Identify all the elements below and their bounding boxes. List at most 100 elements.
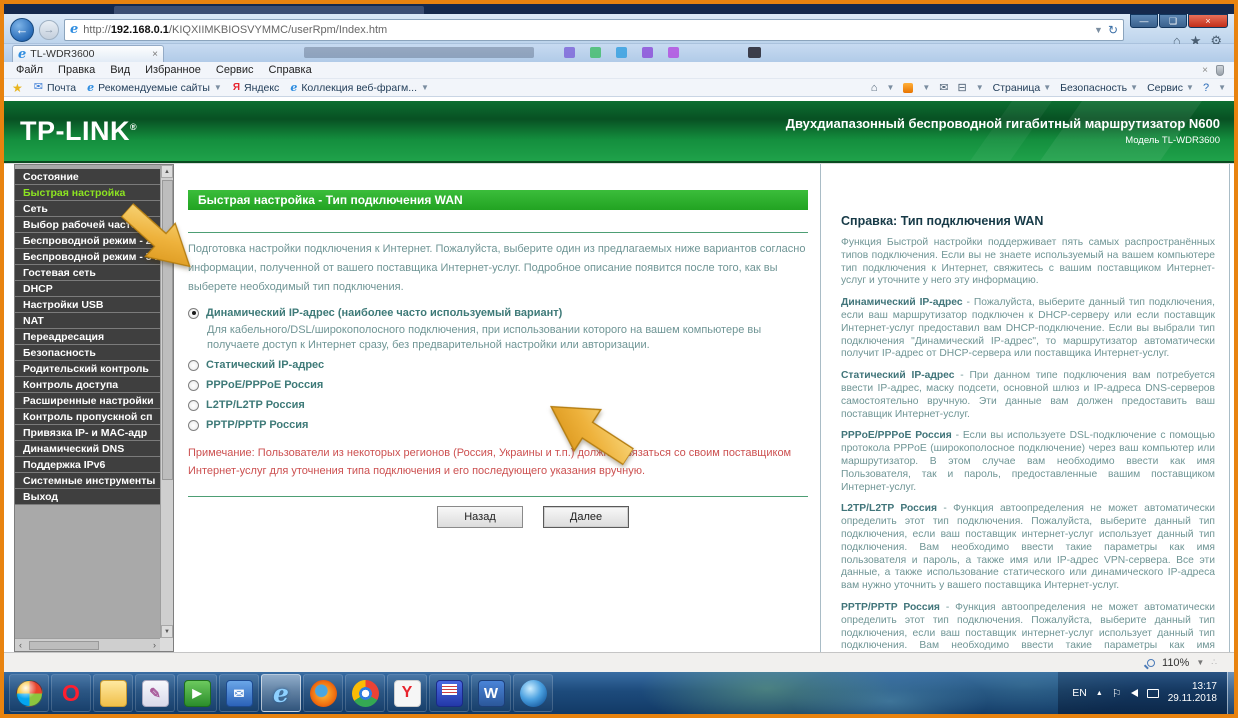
sidebar-item[interactable]: Сеть bbox=[15, 201, 160, 217]
back-button[interactable]: Назад bbox=[437, 506, 523, 528]
clock[interactable]: 13:1729.11.2018 bbox=[1168, 681, 1217, 705]
wan-option[interactable]: PPPoE/PPPoE Россия bbox=[188, 377, 808, 393]
wan-option[interactable]: PPTP/PPTP Россия bbox=[188, 417, 808, 433]
explorer-taskbar-icon[interactable] bbox=[93, 674, 133, 712]
zoom-level[interactable]: 110% bbox=[1162, 657, 1189, 669]
ie-taskbar-icon[interactable] bbox=[261, 674, 301, 712]
scroll-up-icon[interactable]: ▲ bbox=[161, 165, 173, 178]
back-nav-icon[interactable]: ← bbox=[10, 18, 34, 42]
refresh-icon[interactable]: ↻ bbox=[1108, 23, 1118, 37]
service-menu[interactable]: Сервис▼ bbox=[1147, 82, 1194, 94]
radio-button[interactable] bbox=[188, 380, 199, 391]
router-header-text: Двухдиапазонный беспроводной гигабитный … bbox=[786, 116, 1234, 146]
menu-item[interactable]: Вид bbox=[110, 64, 130, 76]
main-content: Быстрая настройка - Тип подключения WAN … bbox=[188, 164, 808, 652]
address-bar[interactable]: e http://192.168.0.1/KIQXIIMKBIOSVYMMC/u… bbox=[64, 19, 1124, 41]
wan-option-description: Для кабельного/DSL/широкополосного подкл… bbox=[207, 323, 782, 353]
sidebar-item[interactable]: DHCP bbox=[15, 281, 160, 297]
sidebar-item[interactable]: Родительский контроль bbox=[15, 361, 160, 377]
yandex-taskbar-icon[interactable] bbox=[387, 674, 427, 712]
wan-option[interactable]: Статический IP-адрес bbox=[188, 357, 808, 373]
volume-icon[interactable] bbox=[1131, 689, 1138, 697]
page-menu[interactable]: Страница▼ bbox=[993, 82, 1052, 94]
mail-taskbar-icon[interactable] bbox=[219, 674, 259, 712]
radio-button[interactable] bbox=[188, 400, 199, 411]
chrome-taskbar-icon[interactable] bbox=[345, 674, 385, 712]
sidebar-item[interactable]: Гостевая сеть bbox=[15, 265, 160, 281]
favorite-item[interactable]: eКоллекция веб-фрагм...▼ bbox=[290, 82, 429, 94]
maximize-button[interactable]: ❏ bbox=[1159, 14, 1187, 28]
wan-option[interactable]: Динамический IP-адрес (наиболее часто ис… bbox=[188, 305, 808, 321]
sidebar-item[interactable]: Быстрая настройка bbox=[15, 185, 160, 201]
home-menu-icon[interactable]: ⌂ bbox=[871, 82, 878, 94]
action-center-flag-icon[interactable]: ⚐ bbox=[1112, 687, 1122, 700]
add-favorite-star-icon[interactable]: ★ bbox=[12, 81, 23, 95]
word-taskbar-icon[interactable] bbox=[471, 674, 511, 712]
favorite-item[interactable]: ЯЯндекс bbox=[233, 82, 280, 94]
desktop-glimpse bbox=[642, 47, 653, 58]
favorite-item[interactable]: eРекомендуемые сайты▼ bbox=[87, 82, 222, 94]
next-button[interactable]: Далее bbox=[543, 506, 629, 528]
radio-button[interactable] bbox=[188, 420, 199, 431]
scrollbar-thumb[interactable] bbox=[162, 180, 173, 480]
explorer-icon bbox=[100, 680, 127, 707]
sidebar-item[interactable]: Беспроводной режим - 5 ГГц bbox=[15, 249, 160, 265]
scroll-left-icon[interactable]: ‹ bbox=[19, 640, 22, 650]
sidebar-item[interactable]: Поддержка IPv6 bbox=[15, 457, 160, 473]
minimize-button[interactable]: — bbox=[1130, 14, 1158, 28]
security-menu[interactable]: Безопасность▼ bbox=[1060, 82, 1138, 94]
sidebar-item[interactable]: Контроль пропускной сп bbox=[15, 409, 160, 425]
sidebar-item[interactable]: Контроль доступа bbox=[15, 377, 160, 393]
address-dropdown-icon[interactable]: ▼ bbox=[1094, 25, 1103, 35]
paint-taskbar-icon[interactable] bbox=[135, 674, 175, 712]
close-notification-icon[interactable]: × bbox=[1202, 65, 1208, 76]
menu-item[interactable]: Правка bbox=[58, 64, 95, 76]
zoom-dropdown-icon[interactable]: ▼ bbox=[1196, 658, 1204, 667]
globe-taskbar-icon[interactable] bbox=[513, 674, 553, 712]
menu-item[interactable]: Избранное bbox=[145, 64, 201, 76]
sidebar-item[interactable]: Беспроводной режим - 2,4 ГГц bbox=[15, 233, 160, 249]
sidebar-item[interactable]: Выход bbox=[15, 489, 160, 505]
sidebar-item[interactable]: Переадресация bbox=[15, 329, 160, 345]
start-taskbar-icon[interactable] bbox=[9, 674, 49, 712]
save-taskbar-icon[interactable] bbox=[429, 674, 469, 712]
help-icon[interactable]: ? bbox=[1203, 82, 1209, 94]
command-bar: ⌂▼ ▼ ✉ ⊟▼ Страница▼ Безопасность▼ Сервис… bbox=[871, 81, 1234, 94]
hidden-icons-chevron[interactable]: ▲ bbox=[1096, 690, 1103, 697]
close-button[interactable]: × bbox=[1188, 14, 1228, 28]
menu-item[interactable]: Справка bbox=[269, 64, 312, 76]
read-mail-icon[interactable]: ✉ bbox=[939, 81, 948, 94]
print-icon[interactable]: ⊟ bbox=[958, 81, 967, 94]
firefox-taskbar-icon[interactable] bbox=[303, 674, 343, 712]
radio-button[interactable] bbox=[188, 308, 199, 319]
sidebar-item[interactable]: Привязка IP- и MAC-адр bbox=[15, 425, 160, 441]
sidebar-item[interactable]: Настройки USB bbox=[15, 297, 160, 313]
language-indicator[interactable]: EN bbox=[1072, 687, 1087, 699]
rss-icon[interactable] bbox=[903, 83, 913, 93]
radio-button[interactable] bbox=[188, 360, 199, 371]
tab-close-icon[interactable]: × bbox=[152, 49, 158, 60]
network-icon[interactable] bbox=[1147, 689, 1159, 698]
opera-taskbar-icon[interactable] bbox=[51, 674, 91, 712]
sidebar-item[interactable]: Выбор рабочей частоты bbox=[15, 217, 160, 233]
browser-tab[interactable]: e TL-WDR3600 × bbox=[12, 45, 164, 62]
scroll-right-icon[interactable]: › bbox=[153, 640, 156, 650]
menu-item[interactable]: Сервис bbox=[216, 64, 254, 76]
sidebar-vertical-scrollbar[interactable]: ▲ ▼ bbox=[160, 165, 173, 638]
sidebar-item[interactable]: Динамический DNS bbox=[15, 441, 160, 457]
sidebar-item[interactable]: Расширенные настройки bbox=[15, 393, 160, 409]
sidebar-item[interactable]: Системные инструменты bbox=[15, 473, 160, 489]
sidebar-horizontal-scrollbar[interactable]: ‹ › bbox=[15, 638, 160, 651]
sidebar-item[interactable]: Состояние bbox=[15, 169, 160, 185]
scrollbar-thumb[interactable] bbox=[29, 641, 99, 650]
favorite-item[interactable]: ✉Почта bbox=[34, 82, 76, 94]
sidebar-item[interactable]: NAT bbox=[15, 313, 160, 329]
sidebar-menu: СостояниеБыстрая настройкаСетьВыбор рабо… bbox=[15, 169, 160, 638]
media-taskbar-icon[interactable] bbox=[177, 674, 217, 712]
wan-option[interactable]: L2TP/L2TP Россия bbox=[188, 397, 808, 413]
forward-nav-icon[interactable]: → bbox=[39, 20, 59, 40]
menu-item[interactable]: Файл bbox=[16, 64, 43, 76]
scroll-down-icon[interactable]: ▼ bbox=[161, 625, 173, 638]
show-desktop-button[interactable] bbox=[1227, 672, 1234, 714]
sidebar-item[interactable]: Безопасность bbox=[15, 345, 160, 361]
